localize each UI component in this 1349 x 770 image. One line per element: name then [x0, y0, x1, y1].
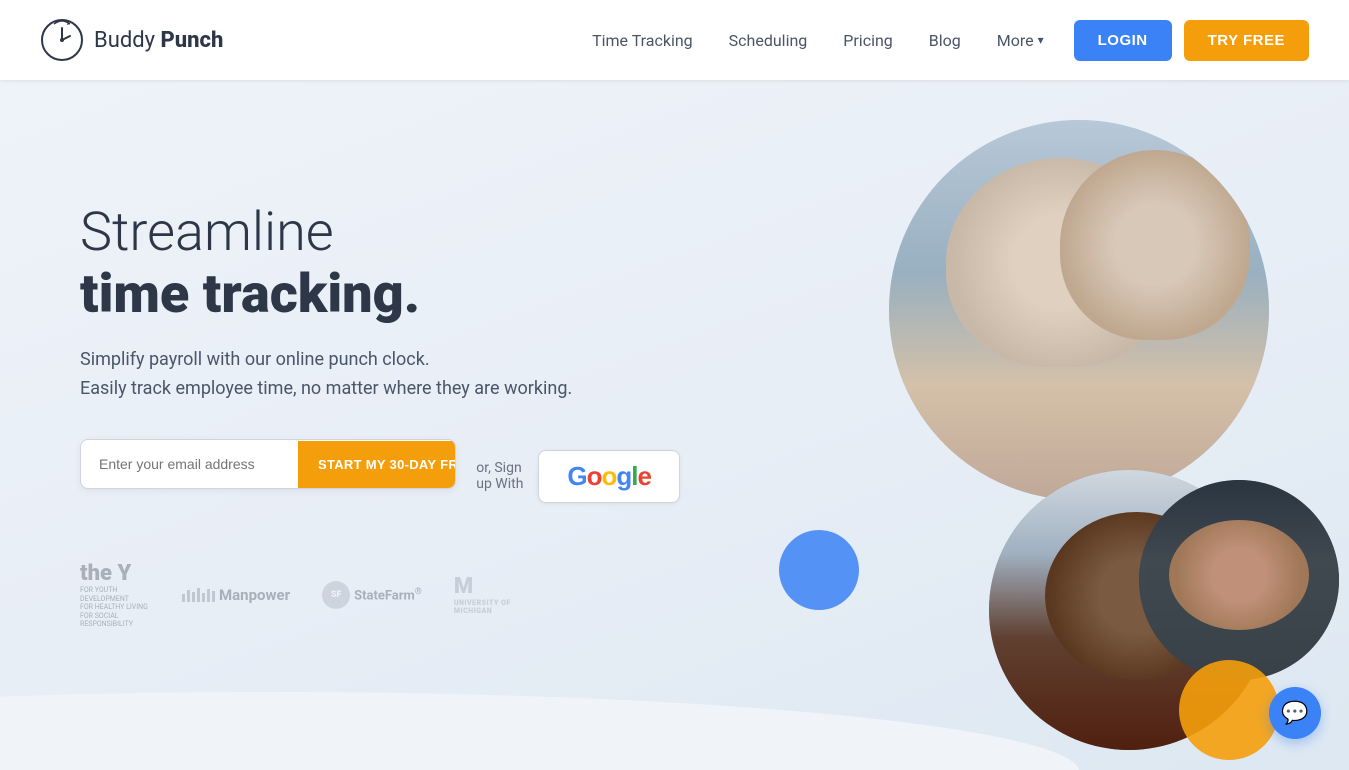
- logo-icon: [40, 18, 84, 62]
- google-logo: Google: [567, 461, 651, 492]
- hero-image-laptop-person: [1139, 480, 1339, 680]
- google-signin-button[interactable]: Google: [538, 450, 680, 503]
- umich-logo: M UNIVERSITY OFMICHIGAN: [454, 574, 511, 615]
- hero-section: Streamline time tracking. Simplify payro…: [0, 80, 1349, 770]
- chat-bubble-button[interactable]: 💬: [1269, 687, 1321, 739]
- logo-text: Buddy Punch: [94, 28, 223, 53]
- navbar: Buddy Punch Time Tracking Scheduling Pri…: [0, 0, 1349, 80]
- email-input[interactable]: [81, 440, 298, 488]
- try-free-button[interactable]: TRY FREE: [1184, 20, 1309, 61]
- manpower-logo: Manpower: [182, 586, 290, 604]
- nav-blog[interactable]: Blog: [929, 31, 961, 50]
- deco-blue-circle: [779, 530, 859, 610]
- nav-links: Time Tracking Scheduling Pricing Blog Mo…: [592, 31, 1044, 50]
- deco-orange-circle: [1179, 660, 1279, 760]
- chat-icon: 💬: [1281, 701, 1308, 726]
- chevron-down-icon: ▾: [1038, 33, 1044, 47]
- hero-content: Streamline time tracking. Simplify payro…: [80, 202, 680, 629]
- trial-button[interactable]: START MY 30-DAY FREE TRIAL: [298, 441, 456, 488]
- login-button[interactable]: LOGIN: [1074, 20, 1172, 61]
- ymca-logo: the Y FOR YOUTH DEVELOPMENTFOR HEALTHY L…: [80, 561, 150, 628]
- signup-form: START MY 30-DAY FREE TRIAL: [80, 439, 456, 489]
- nav-time-tracking[interactable]: Time Tracking: [592, 31, 693, 50]
- signup-row: START MY 30-DAY FREE TRIAL or, Sign up W…: [80, 439, 680, 513]
- nav-pricing[interactable]: Pricing: [843, 31, 893, 50]
- logo-link[interactable]: Buddy Punch: [40, 18, 223, 62]
- or-signup-text: or, Sign up With: [476, 460, 526, 492]
- google-signup: or, Sign up With Google: [476, 450, 680, 503]
- hero-images: [769, 100, 1349, 770]
- statefarm-logo: SF StateFarm®: [322, 581, 422, 609]
- hero-title: Streamline time tracking.: [80, 202, 680, 326]
- nav-scheduling[interactable]: Scheduling: [729, 31, 808, 50]
- manpower-bars-icon: [182, 588, 215, 602]
- hero-subtitle: Simplify payroll with our online punch c…: [80, 346, 680, 404]
- hero-image-couple: [889, 120, 1269, 500]
- trusted-logos: the Y FOR YOUTH DEVELOPMENTFOR HEALTHY L…: [80, 561, 680, 628]
- nav-more[interactable]: More ▾: [997, 31, 1044, 50]
- statefarm-icon: SF: [322, 581, 350, 609]
